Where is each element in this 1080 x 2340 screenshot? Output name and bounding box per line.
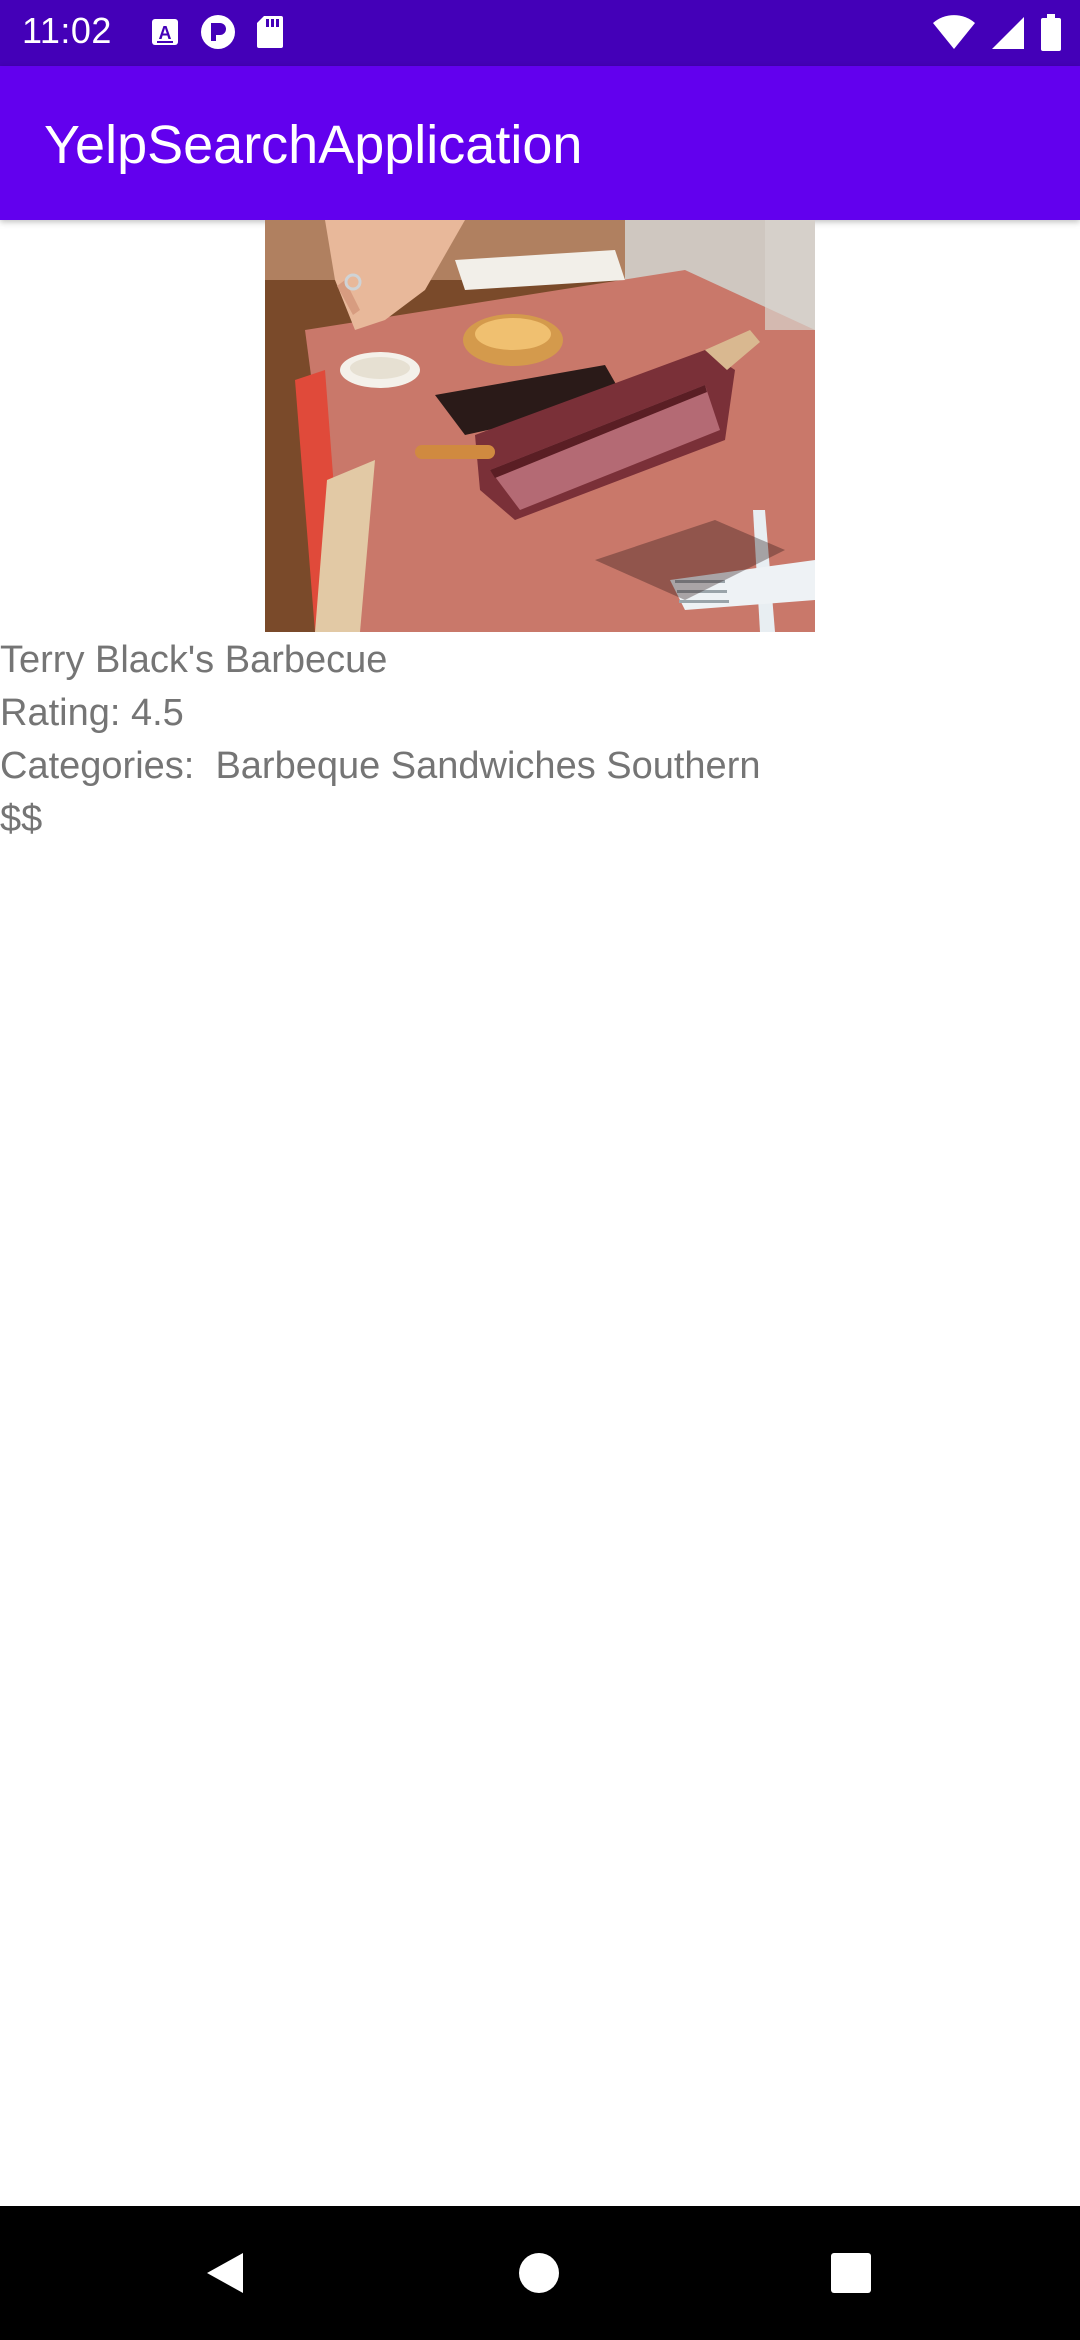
back-icon[interactable] xyxy=(198,2246,252,2300)
business-rating: Rating: 4.5 xyxy=(0,692,184,734)
wifi-icon xyxy=(932,15,976,56)
navigation-bar xyxy=(0,2206,1080,2340)
app-bar: YelpSearchApplication xyxy=(0,66,1080,220)
business-name: Terry Black's Barbecue xyxy=(0,639,388,681)
sd-card-icon xyxy=(256,15,284,54)
recents-icon[interactable] xyxy=(824,2246,878,2300)
business-price: $$ xyxy=(0,798,43,840)
status-bar: 11:02 A xyxy=(0,0,1080,66)
status-time: 11:02 xyxy=(22,10,112,51)
status-notification-icons: A xyxy=(150,14,284,55)
app-title: YelpSearchApplication xyxy=(44,115,583,175)
business-details: Terry Black's Barbecue Rating: 4.5 Categ… xyxy=(0,632,1080,844)
svg-text:A: A xyxy=(159,23,172,43)
home-icon[interactable] xyxy=(512,2246,566,2300)
status-system-icons xyxy=(932,14,1062,57)
business-photo xyxy=(265,220,815,632)
text-a-icon: A xyxy=(150,17,180,52)
business-categories: Categories: Barbeque Sandwiches Southern xyxy=(0,745,761,787)
signal-icon xyxy=(990,15,1026,56)
p-circle-icon xyxy=(200,14,236,55)
battery-icon xyxy=(1040,14,1062,57)
